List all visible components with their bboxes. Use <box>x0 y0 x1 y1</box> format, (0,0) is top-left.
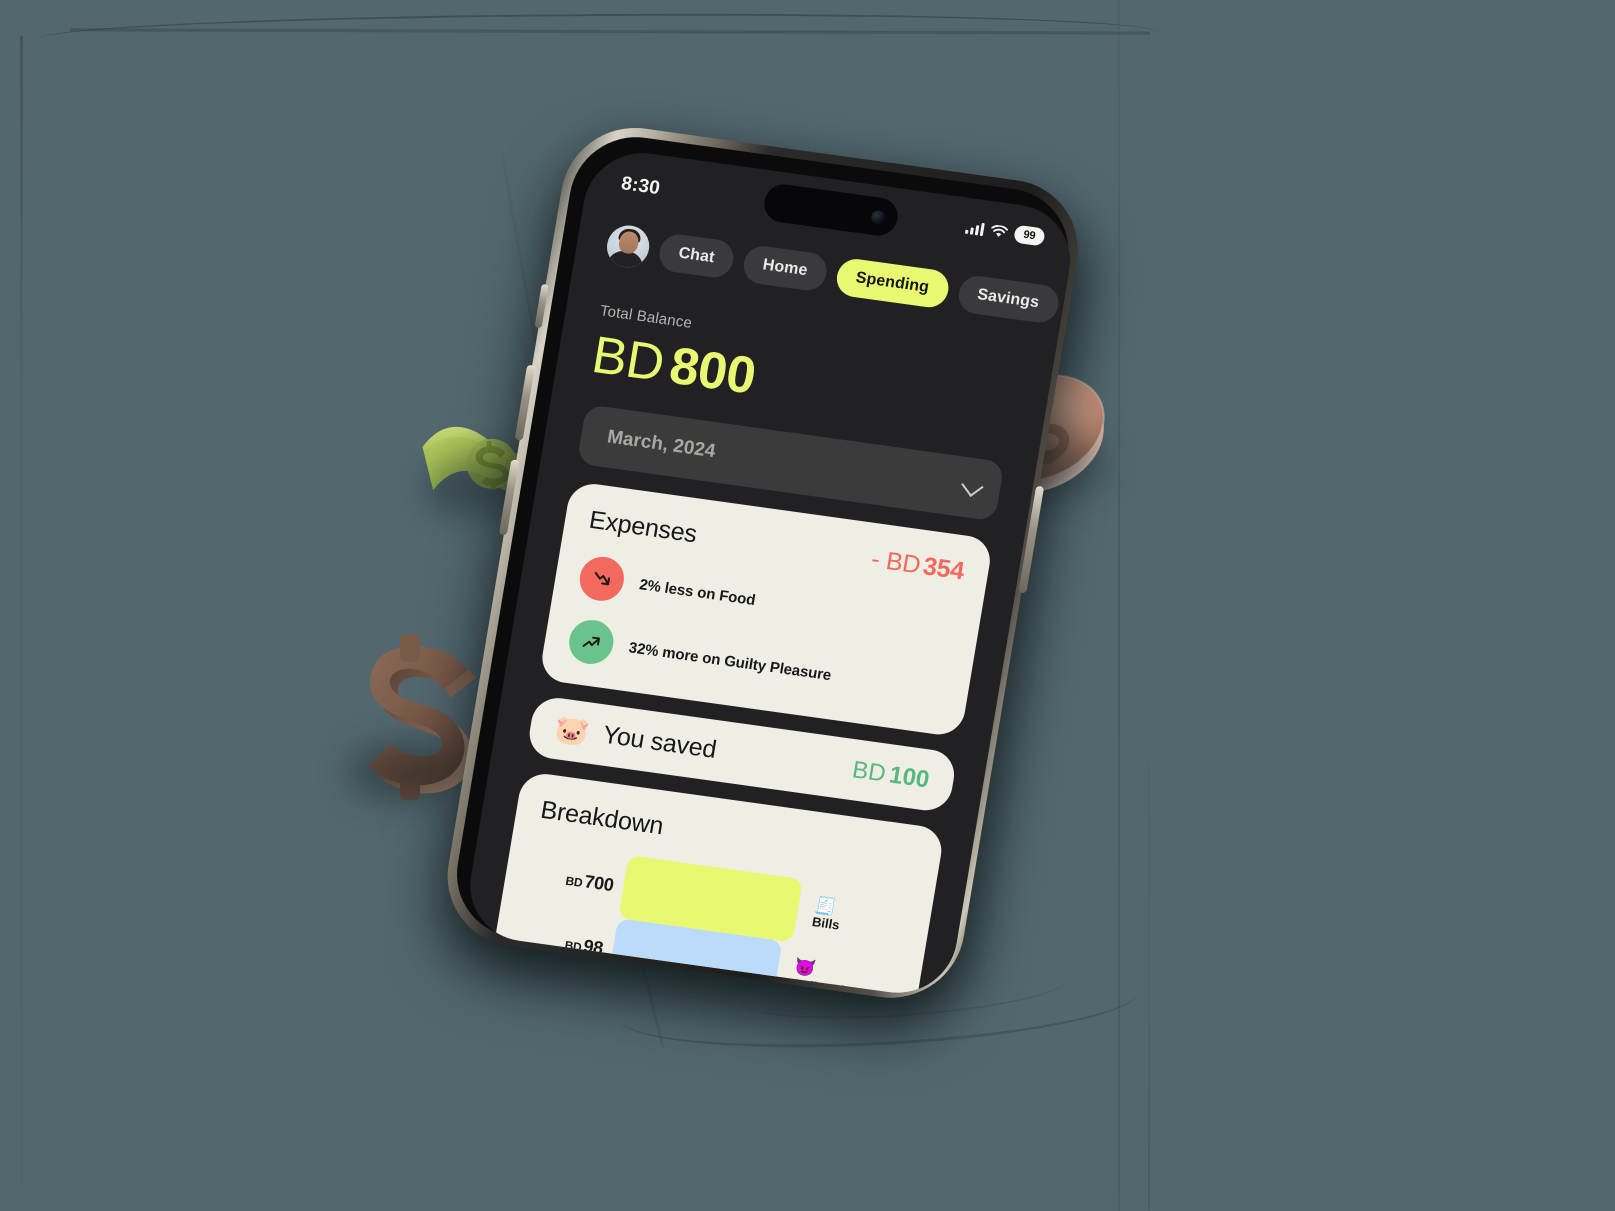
expense-insight-text: 2% less on Food <box>638 575 757 609</box>
phone-bezel: 8:30 99 Chat Home Spending Savings Total… <box>447 128 1079 1001</box>
tab-spending[interactable]: Spending <box>833 256 951 310</box>
sketch-guide-top-2 <box>69 28 1151 35</box>
phone-frame: 8:30 99 Chat Home Spending Savings Total… <box>436 118 1089 1007</box>
breakdown-currency: BD <box>564 873 584 890</box>
you-saved-amount: BD100 <box>850 756 931 794</box>
devil-face-icon: 😈 <box>792 957 818 979</box>
silent-switch-button[interactable] <box>534 283 549 329</box>
dollar-sign-shadow <box>348 742 458 802</box>
bills-receipt-icon: 🧾 <box>813 895 838 917</box>
expenses-currency: BD <box>883 547 923 580</box>
dollar-sign-3d-prop <box>336 632 476 812</box>
expenses-value: 354 <box>920 552 967 586</box>
chevron-down-icon <box>961 474 984 498</box>
expenses-amount: - BD354 <box>869 545 966 586</box>
month-selector-value: March, 2024 <box>605 426 717 463</box>
sketch-guide-vertical <box>1118 0 1120 1211</box>
tab-home[interactable]: Home <box>740 243 830 293</box>
expenses-title: Expenses <box>587 505 700 549</box>
breakdown-value: 700 <box>583 870 616 895</box>
phone-screen: 8:30 99 Chat Home Spending Savings Total… <box>461 145 1079 1001</box>
saved-value: 100 <box>887 760 932 794</box>
cellular-signal-icon <box>964 220 985 236</box>
piggy-bank-icon: 🐷 <box>552 712 592 748</box>
avatar[interactable] <box>603 222 653 271</box>
phone-mockup: 8:30 99 Chat Home Spending Savings Total… <box>431 118 1108 1041</box>
breakdown-legend: 🧾 Bills <box>805 895 912 942</box>
breakdown-currency: BD <box>563 937 583 954</box>
expense-insight-text: 32% more on Guilty Pleasure <box>627 638 833 684</box>
status-indicators: 99 <box>964 218 1046 247</box>
breakdown-category: Bills <box>810 914 841 933</box>
sketch-guide-top <box>37 10 1159 44</box>
tab-chat[interactable]: Chat <box>656 232 737 280</box>
sketch-guide-vertical-2 <box>1148 760 1150 1210</box>
wifi-icon <box>991 224 1009 237</box>
sketch-guide-left <box>20 36 23 1186</box>
balance-value: 800 <box>665 336 760 406</box>
breakdown-amount: BD700 <box>529 863 616 895</box>
trend-down-icon <box>576 554 628 604</box>
expenses-sign: - <box>869 544 882 574</box>
status-time: 8:30 <box>619 173 662 200</box>
trend-up-icon <box>565 617 617 667</box>
breakdown-value: 98 <box>582 935 605 958</box>
breakdown-amount <box>512 980 595 992</box>
you-saved-label: You saved <box>600 720 719 764</box>
front-camera-icon <box>870 209 886 224</box>
saved-currency: BD <box>850 755 888 787</box>
balance-currency: BD <box>587 325 669 393</box>
expenses-card[interactable]: Expenses - BD354 2% less on Food 32% mor… <box>538 480 994 738</box>
tab-savings[interactable]: Savings <box>955 273 1061 325</box>
dynamic-island <box>761 182 901 238</box>
canvas: 8:30 99 Chat Home Spending Savings Total… <box>0 0 1615 1211</box>
battery-icon: 99 <box>1013 224 1046 247</box>
